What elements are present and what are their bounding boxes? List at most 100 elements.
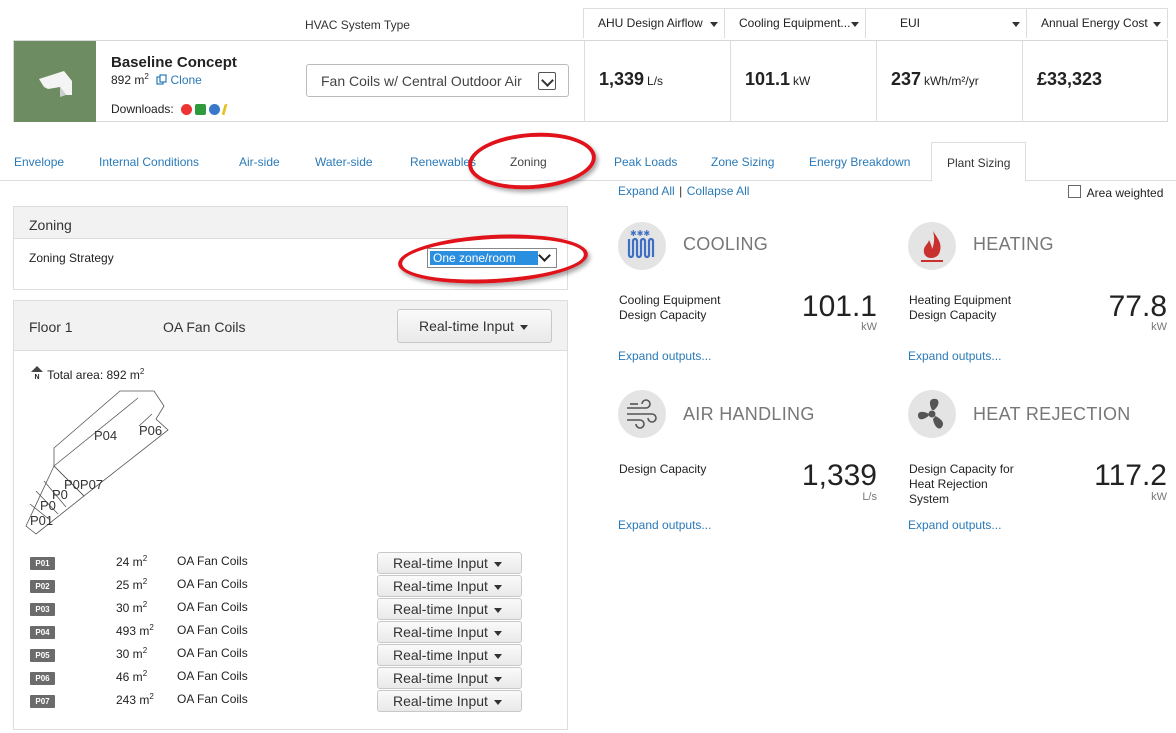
heat-rejection-title: HEAT REJECTION	[973, 404, 1131, 424]
heat-rejection-label: Design Capacity for Heat Rejection System	[909, 462, 1014, 506]
metric-tabs: AHU Design Airflow Cooling Equipment... …	[583, 8, 1168, 38]
area-weighted-label: Area weighted	[1086, 186, 1164, 200]
zone-area: 30 m2	[116, 600, 148, 615]
tab-plant-sizing[interactable]: Plant Sizing	[931, 142, 1027, 182]
zoning-strategy-label: Zoning Strategy	[29, 251, 114, 265]
project-header-card: Baseline Concept 892 m2 Clone Downloads:…	[13, 40, 1168, 122]
excel-download-icon[interactable]	[195, 104, 207, 116]
tab-water-side[interactable]: Water-side	[315, 142, 373, 181]
zone-tag: P02	[30, 580, 55, 593]
zone-system: OA Fan Coils	[177, 577, 248, 591]
expand-all-link[interactable]: Expand All	[618, 184, 675, 198]
expand-collapse-links: Expand All | Collapse All	[618, 182, 749, 200]
report-download-icon[interactable]	[209, 104, 221, 116]
caret-down-icon	[493, 630, 502, 636]
metric-tab-annual-energy-cost[interactable]: Annual Energy Cost	[1026, 9, 1168, 38]
cooling-unit: kW	[861, 321, 877, 333]
zone-row: P06 46 m2 OA Fan Coils Real-time Input	[30, 667, 530, 691]
air-handling-unit: L/s	[862, 491, 877, 503]
plan-label-p06: P06	[139, 423, 162, 438]
project-area: 892 m2 Clone	[111, 72, 202, 87]
air-handling-expand-outputs-link[interactable]: Expand outputs...	[618, 518, 711, 532]
plan-label-p02: P0	[40, 498, 56, 513]
metric-annual-energy-cost: £33,323	[1022, 41, 1168, 122]
caret-down-icon	[710, 22, 718, 27]
cooling-icon: ✱✱✱	[618, 222, 666, 270]
air-handling-icon	[618, 390, 666, 438]
caret-down-icon	[493, 676, 502, 682]
zone-system: OA Fan Coils	[177, 692, 248, 706]
zone-realtime-input-button[interactable]: Real-time Input	[377, 552, 522, 574]
building-thumbnail[interactable]	[14, 41, 96, 122]
metric-eui: 237 kWh/m²/yr	[876, 41, 1022, 122]
zone-realtime-input-button[interactable]: Real-time Input	[377, 621, 522, 643]
zone-row: P03 30 m2 OA Fan Coils Real-time Input	[30, 598, 530, 622]
caret-down-icon	[851, 22, 859, 27]
zone-realtime-input-button[interactable]: Real-time Input	[377, 598, 522, 620]
plan-label-p01: P01	[30, 513, 53, 528]
clone-link[interactable]: Clone	[156, 73, 202, 87]
zone-system: OA Fan Coils	[177, 600, 248, 614]
plan-label-p07: P0P07	[64, 477, 103, 492]
tab-zone-sizing[interactable]: Zone Sizing	[711, 142, 774, 181]
zone-area: 25 m2	[116, 577, 148, 592]
caret-down-icon	[493, 607, 502, 613]
heating-expand-outputs-link[interactable]: Expand outputs...	[908, 349, 1001, 363]
hvac-system-type-label: HVAC System Type	[305, 18, 410, 32]
caret-down-icon	[493, 699, 502, 705]
cooling-expand-outputs-link[interactable]: Expand outputs...	[618, 349, 711, 363]
heat-rejection-value: 117.2	[1094, 459, 1167, 492]
tab-renewables[interactable]: Renewables	[410, 142, 476, 181]
energy-download-icon[interactable]	[221, 104, 232, 116]
chevron-down-icon	[538, 72, 556, 90]
floor-realtime-input-button[interactable]: Real-time Input	[397, 309, 552, 343]
hvac-system-value: Fan Coils w/ Central Outdoor Air	[321, 73, 522, 89]
metric-tab-cooling-equipment[interactable]: Cooling Equipment...	[724, 9, 865, 38]
heating-icon	[908, 222, 956, 270]
caret-down-icon	[519, 324, 528, 330]
zone-row: P04 493 m2 OA Fan Coils Real-time Input	[30, 621, 530, 645]
zone-realtime-input-button[interactable]: Real-time Input	[377, 667, 522, 689]
floor-system-label: OA Fan Coils	[163, 319, 246, 335]
tab-energy-breakdown[interactable]: Energy Breakdown	[809, 142, 910, 181]
floor-plan: P04 P06 P0P07 P0 P0 P01	[25, 390, 169, 535]
heat-rejection-expand-outputs-link[interactable]: Expand outputs...	[908, 518, 1001, 532]
svg-text:✱✱✱: ✱✱✱	[630, 229, 650, 238]
tab-air-side[interactable]: Air-side	[239, 142, 280, 181]
metric-values: 1,339 L/s 101.1 kW 237 kWh/m²/yr £33,323	[584, 41, 1168, 122]
air-handling-value: 1,339	[801, 459, 877, 492]
tab-envelope[interactable]: Envelope	[14, 142, 64, 181]
metric-tab-label: AHU Design Airflow	[598, 16, 703, 30]
air-handling-label: Design Capacity	[619, 462, 707, 476]
annotation-oval-zoning-tab	[466, 128, 598, 194]
area-weighted-option: Area weighted	[1068, 185, 1163, 200]
caret-down-icon	[493, 584, 502, 590]
heating-title: HEATING	[973, 234, 1054, 254]
zone-area: 46 m2	[116, 669, 148, 684]
gbxml-download-icon[interactable]	[181, 104, 193, 116]
zone-realtime-input-button[interactable]: Real-time Input	[377, 575, 522, 597]
zone-area: 493 m2	[116, 623, 154, 638]
zone-area: 24 m2	[116, 554, 148, 569]
zone-realtime-input-button[interactable]: Real-time Input	[377, 690, 522, 712]
floor-panel: Floor 1 OA Fan Coils Real-time Input N T…	[13, 300, 568, 730]
caret-down-icon	[1012, 22, 1020, 27]
area-weighted-checkbox[interactable]	[1068, 185, 1081, 198]
tab-internal-conditions[interactable]: Internal Conditions	[99, 142, 199, 181]
air-handling-title: AIR HANDLING	[683, 404, 815, 424]
cooling-value: 101.1	[801, 290, 877, 323]
floor-label: Floor 1	[29, 319, 73, 335]
tab-peak-loads[interactable]: Peak Loads	[614, 142, 677, 181]
zone-tag: P04	[30, 626, 55, 639]
metric-tab-eui[interactable]: EUI	[865, 9, 1026, 38]
project-name: Baseline Concept	[111, 54, 237, 71]
cooling-title: COOLING	[683, 234, 769, 254]
hvac-system-select[interactable]: Fan Coils w/ Central Outdoor Air	[306, 64, 569, 97]
collapse-all-link[interactable]: Collapse All	[687, 184, 750, 198]
heating-unit: kW	[1151, 321, 1167, 333]
zone-realtime-input-button[interactable]: Real-time Input	[377, 644, 522, 666]
zone-system: OA Fan Coils	[177, 646, 248, 660]
metric-tab-ahu-airflow[interactable]: AHU Design Airflow	[583, 9, 724, 38]
link-separator: |	[679, 184, 683, 198]
fan-icon	[908, 390, 956, 438]
